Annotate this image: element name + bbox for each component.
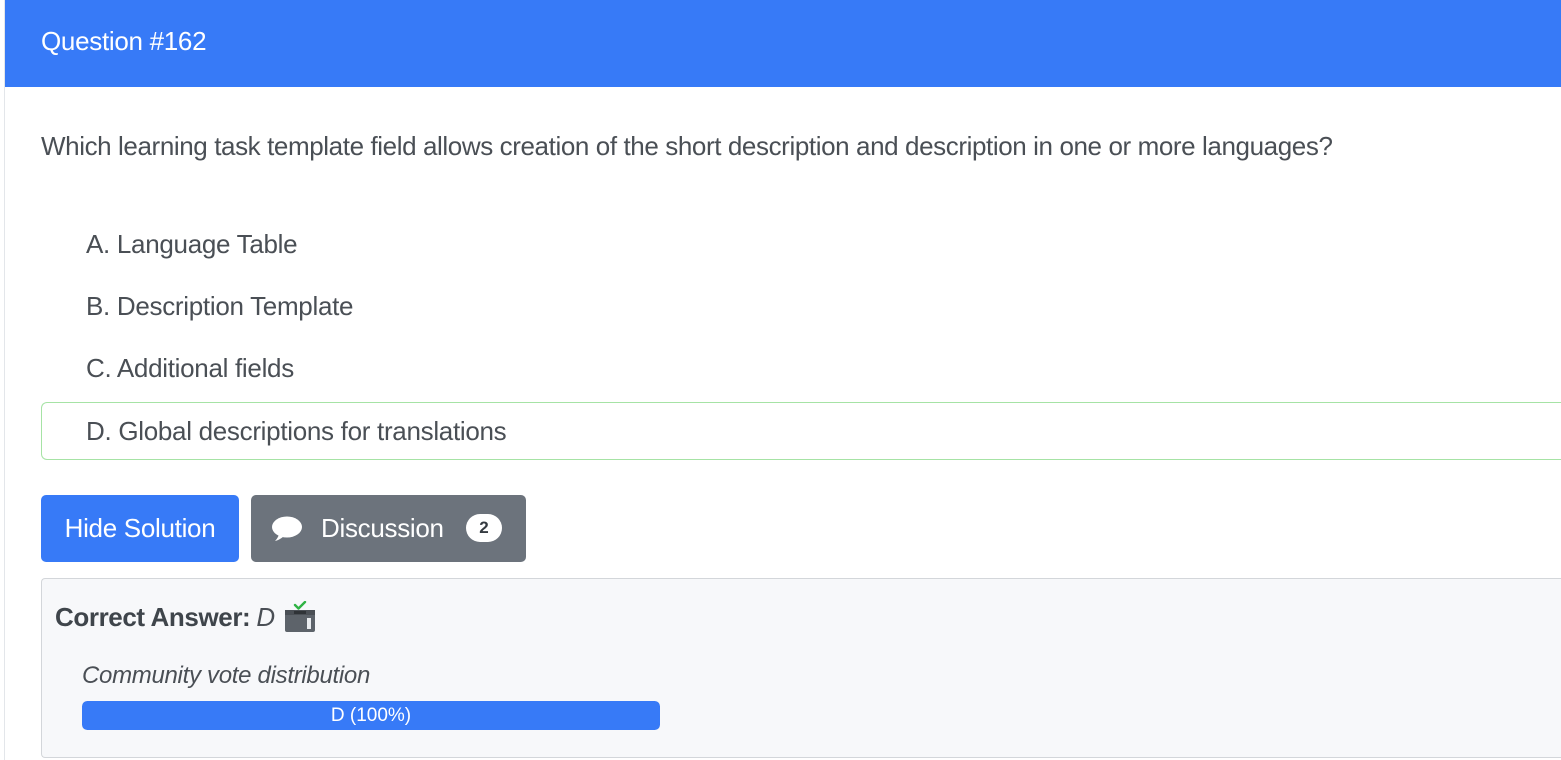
choice-label: A. Language Table [86,229,298,259]
question-title: Question #162 [41,26,207,56]
discussion-label: Discussion [321,513,444,543]
correct-answer-label: Correct Answer: [55,602,251,632]
question-header: Question #162 [5,0,1561,87]
vote-bar-label: D (100%) [330,705,412,726]
vote-bar-track: D (100%) [82,701,660,730]
solution-panel: Correct Answer: D Community vote distribu… [41,578,1561,758]
choice-label: C. Additional fields [86,353,294,383]
choice-d-correct[interactable]: D. Global descriptions for translations [41,402,1561,460]
choice-label: B. Description Template [86,291,354,321]
hide-solution-button[interactable]: Hide Solution [41,495,239,562]
vote-box-icon[interactable] [283,601,317,633]
choice-a[interactable]: A. Language Table [41,216,1561,274]
choice-label: D. Global descriptions for translations [86,416,507,446]
discussion-count-badge: 2 [466,514,502,542]
choices-list: A. Language Table B. Description Templat… [41,216,1561,464]
choice-b[interactable]: B. Description Template [41,278,1561,336]
question-text: Which learning task template field allow… [41,131,1333,161]
question-card: Question #162 Which learning task templa… [4,0,1561,760]
correct-answer-value: D [256,602,276,632]
chat-bubble-icon [272,516,302,541]
correct-answer-line: Correct Answer: D [55,601,275,633]
vote-distribution-title: Community vote distribution [82,662,371,689]
discussion-button[interactable]: Discussion 2 [251,495,526,562]
choice-c[interactable]: C. Additional fields [41,340,1561,398]
